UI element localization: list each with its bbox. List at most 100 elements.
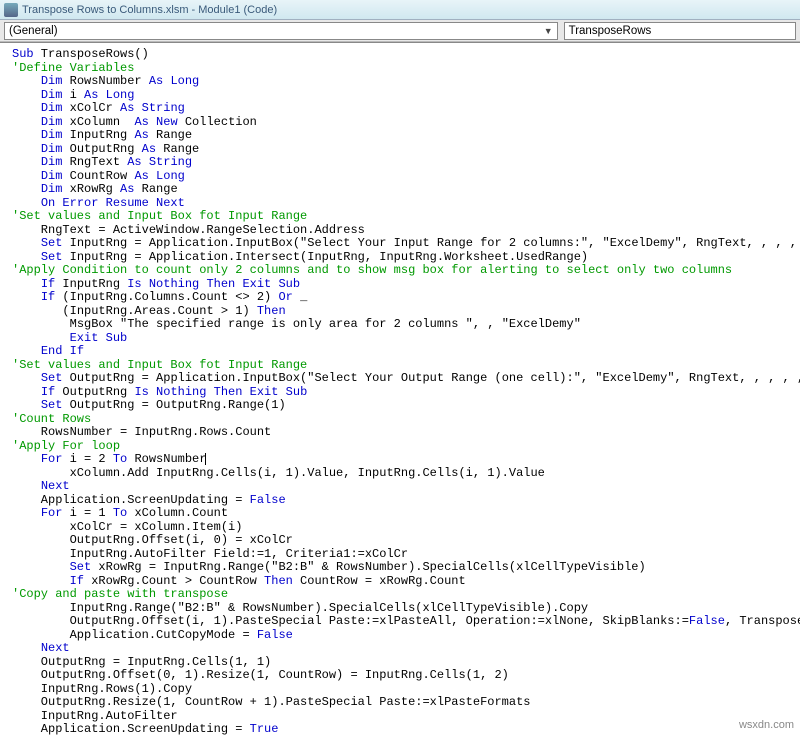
code-line: i: [62, 88, 84, 102]
code-line: Range: [149, 128, 192, 142]
code-line: InputRng = Application.InputBox("Select …: [62, 236, 800, 250]
code-line: Collection: [178, 115, 257, 129]
ruler-line: [0, 42, 800, 43]
code-line: 'Count Rows: [12, 412, 91, 426]
code-line: For: [41, 452, 63, 466]
text-cursor: [205, 453, 206, 465]
code-line: As String: [120, 101, 185, 115]
code-line: Application.CutCopyMode =: [12, 628, 257, 642]
code-line: End If: [41, 344, 84, 358]
code-editor[interactable]: Sub TransposeRows() 'Define Variables Di…: [0, 44, 800, 735]
code-line: RowsNumber: [62, 74, 148, 88]
code-line: If: [41, 290, 55, 304]
code-line: Dim: [41, 128, 63, 142]
code-line: CountRow = xRowRg.Count: [293, 574, 466, 588]
code-line: Sub: [12, 47, 34, 61]
code-line: On Error Resume Next: [41, 196, 185, 210]
code-line: xColumn.Add InputRng.Cells(i, 1).Value, …: [12, 466, 545, 480]
code-line: 'Copy and paste with transpose: [12, 587, 228, 601]
code-line: RowsNumber = InputRng.Rows.Count: [12, 425, 271, 439]
code-line: Application.ScreenUpdating =: [12, 722, 250, 735]
code-line: Dim: [41, 74, 63, 88]
code-line: 'Define Variables: [12, 61, 134, 75]
procedure-dropdown[interactable]: TransposeRows: [564, 22, 796, 40]
code-line: xColumn.Count: [127, 506, 228, 520]
code-line: Next: [41, 641, 70, 655]
object-dropdown[interactable]: (General) ▼: [4, 22, 558, 40]
code-line: As String: [127, 155, 192, 169]
code-line: i = 1: [62, 506, 112, 520]
code-line: Next: [41, 479, 70, 493]
code-line: 'Set values and Input Box fot Input Rang…: [12, 209, 307, 223]
code-line: _: [293, 290, 307, 304]
code-line: (InputRng.Areas.Count > 1): [41, 304, 257, 318]
code-line: Set: [41, 236, 63, 250]
code-line: As Long: [149, 74, 199, 88]
code-line: Application.ScreenUpdating =: [12, 493, 250, 507]
code-line: 'Apply Condition to count only 2 columns…: [12, 263, 732, 277]
procedure-dropdown-value: TransposeRows: [569, 25, 652, 37]
window-title-text: Transpose Rows to Columns.xlsm - Module1…: [22, 4, 277, 16]
code-line: As: [120, 182, 134, 196]
code-line: Is Nothing Then Exit Sub: [134, 385, 307, 399]
chevron-down-icon: ▼: [544, 26, 553, 36]
code-line: xColumn: [62, 115, 134, 129]
code-line: Dim: [41, 182, 63, 196]
code-line: As Long: [84, 88, 134, 102]
code-line: InputRng.AutoFilter: [12, 709, 178, 723]
code-line: Set: [70, 560, 92, 574]
code-line: Set: [41, 250, 63, 264]
code-line: Dim: [41, 88, 63, 102]
code-line: (InputRng.Columns.Count <> 2): [55, 290, 278, 304]
watermark-text: wsxdn.com: [739, 719, 794, 731]
code-line: OutputRng.Resize(1, CountRow + 1).PasteS…: [12, 695, 530, 709]
code-line: Exit Sub: [70, 331, 128, 345]
code-line: 'Apply For loop: [12, 439, 120, 453]
code-line: OutputRng: [55, 385, 134, 399]
code-line: OutputRng: [62, 142, 141, 156]
code-line: False: [250, 493, 286, 507]
code-line: xRowRg: [62, 182, 120, 196]
code-line: Range: [134, 182, 177, 196]
code-line: OutputRng.Offset(0, 1).Resize(1, CountRo…: [12, 668, 509, 682]
code-line: As Long: [134, 169, 184, 183]
code-line: CountRow: [62, 169, 134, 183]
code-line: Dim: [41, 115, 63, 129]
code-line: Dim: [41, 155, 63, 169]
code-line: TransposeRows(): [34, 47, 149, 61]
window-title-bar: Transpose Rows to Columns.xlsm - Module1…: [0, 0, 800, 20]
code-line: OutputRng = OutputRng.Range(1): [62, 398, 285, 412]
code-line: Range: [156, 142, 199, 156]
code-line: Set: [41, 371, 63, 385]
code-line: InputRng.AutoFilter Field:=1, Criteria1:…: [12, 547, 408, 561]
code-line: As New: [134, 115, 177, 129]
code-line: RowsNumber: [127, 452, 206, 466]
code-line: 'Set values and Input Box fot Input Rang…: [12, 358, 307, 372]
code-line: To: [113, 452, 127, 466]
code-line: Or: [278, 290, 292, 304]
dropdown-row: (General) ▼ TransposeRows: [0, 20, 800, 42]
code-line: Then: [257, 304, 286, 318]
code-line: RngText: [62, 155, 127, 169]
code-line: InputRng = Application.Intersect(InputRn…: [62, 250, 588, 264]
code-line: xColCr = xColumn.Item(i): [12, 520, 242, 534]
code-line: xRowRg.Count > CountRow: [84, 574, 264, 588]
module-icon: [4, 3, 18, 17]
code-line: As: [134, 128, 148, 142]
code-line: If: [41, 385, 55, 399]
code-line: Dim: [41, 101, 63, 115]
code-line: Then: [264, 574, 293, 588]
code-line: InputRng.Range("B2:B" & RowsNumber).Spec…: [12, 601, 588, 615]
code-line: False: [257, 628, 293, 642]
code-line: Set: [41, 398, 63, 412]
code-line: To: [113, 506, 127, 520]
code-line: OutputRng.Offset(i, 1).PasteSpecial Past…: [12, 614, 689, 628]
code-line: InputRng: [62, 128, 134, 142]
code-line: True: [250, 722, 279, 735]
code-line: MsgBox "The specified range is only area…: [41, 317, 581, 331]
code-line: OutputRng = Application.InputBox("Select…: [62, 371, 800, 385]
code-line: If: [70, 574, 84, 588]
code-line: Dim: [41, 169, 63, 183]
code-line: Dim: [41, 142, 63, 156]
code-line: InputRng: [55, 277, 127, 291]
